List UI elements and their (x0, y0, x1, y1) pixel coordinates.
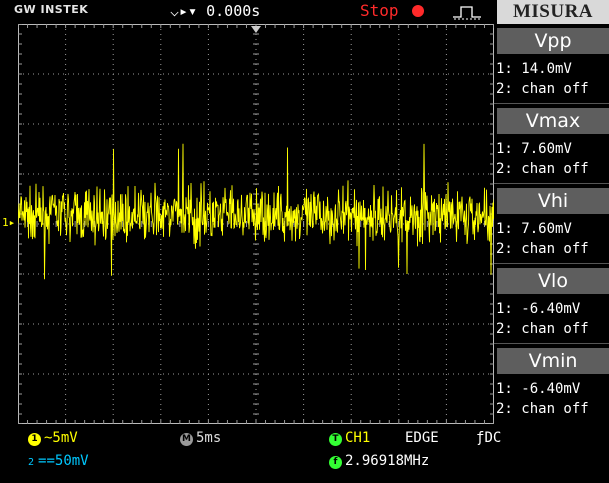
trigger-setup[interactable]: T CH1 (329, 430, 370, 446)
ch1-ground-marker-icon: 1▸ (2, 216, 16, 229)
measurement-item-vmax[interactable]: Vmax 1: 7.60mV 2: chan off (494, 104, 609, 184)
stop-indicator-icon (412, 5, 424, 17)
trigger-type: EDGE (405, 430, 439, 446)
measurement-ch2: 2: chan off (496, 81, 589, 97)
top-status-bar: GW INSTEK ⌵▸▾ 0.000s Stop MISURA (0, 0, 609, 24)
ch2-scale-value: ==50mV (38, 453, 89, 469)
frequency-value: 2.96918MHz (345, 453, 430, 469)
ch1-waveform-trace (18, 143, 494, 280)
measurement-title: Vmin (497, 348, 609, 374)
brand-logo: GW INSTEK (14, 3, 89, 16)
trigger-position: ⌵▸▾ 0.000s (170, 2, 260, 20)
oscilloscope-screen: GW INSTEK ⌵▸▾ 0.000s Stop MISURA 1▸ Vpp … (0, 0, 609, 483)
timebase-badge-icon: M (180, 433, 193, 446)
trigger-edge-icon (453, 6, 481, 20)
measurement-title: Vmax (497, 108, 609, 134)
trigger-badge-icon: T (329, 433, 342, 446)
frequency-badge-icon: f (329, 456, 342, 469)
measurement-ch2: 2: chan off (496, 321, 589, 337)
measurement-ch2: 2: chan off (496, 161, 589, 177)
trigger-coupling-value: DC (484, 430, 502, 446)
measurement-item-vmin[interactable]: Vmin 1: -6.40mV 2: chan off (494, 344, 609, 424)
ch1-scale-value: ~5mV (44, 430, 78, 446)
ch1-trace-line (18, 143, 494, 280)
measurement-ch1: 1: 14.0mV (496, 61, 572, 77)
measurement-item-vhi[interactable]: Vhi 1: 7.60mV 2: chan off (494, 184, 609, 264)
measurement-ch1: 1: -6.40mV (496, 301, 581, 317)
ch2-badge-icon: 2 (28, 457, 35, 468)
horizontal-position-icon: ⌵▸▾ (170, 2, 198, 20)
timebase[interactable]: M 5ms (180, 430, 221, 446)
measurement-item-vlo[interactable]: Vlo 1: -6.40mV 2: chan off (494, 264, 609, 344)
menu-title: MISURA (497, 0, 609, 24)
waveform-display (18, 24, 494, 424)
ch1-badge-icon: 1 (28, 433, 41, 446)
ch2-scale[interactable]: 2 ==50mV (28, 453, 89, 469)
frequency-counter: f 2.96918MHz (329, 453, 429, 469)
measurement-ch1: 1: 7.60mV (496, 141, 572, 157)
measurement-ch1: 1: -6.40mV (496, 381, 581, 397)
trigger-position-value: 0.000s (206, 2, 261, 20)
measurement-ch1: 1: 7.60mV (496, 221, 572, 237)
timebase-value: 5ms (196, 430, 222, 446)
measurement-ch2: 2: chan off (496, 241, 589, 257)
measure-menu: Vpp 1: 14.0mV 2: chan off Vmax 1: 7.60mV… (494, 24, 609, 424)
measurement-title: Vlo (497, 268, 609, 294)
measurement-title: Vpp (497, 28, 609, 54)
measurement-ch2: 2: chan off (496, 401, 589, 417)
trigger-source: CH1 (345, 430, 371, 446)
bottom-status-bar: 1 ~5mV 2 ==50mV M 5ms T CH1 EDGE ƒDC f 2.9691… (0, 424, 609, 483)
run-stop-status[interactable]: Stop (360, 1, 399, 20)
ch1-scale[interactable]: 1 ~5mV (28, 430, 78, 446)
measurement-item-vpp[interactable]: Vpp 1: 14.0mV 2: chan off (494, 24, 609, 104)
trigger-coupling: ƒDC (476, 430, 501, 446)
measurement-title: Vhi (497, 188, 609, 214)
